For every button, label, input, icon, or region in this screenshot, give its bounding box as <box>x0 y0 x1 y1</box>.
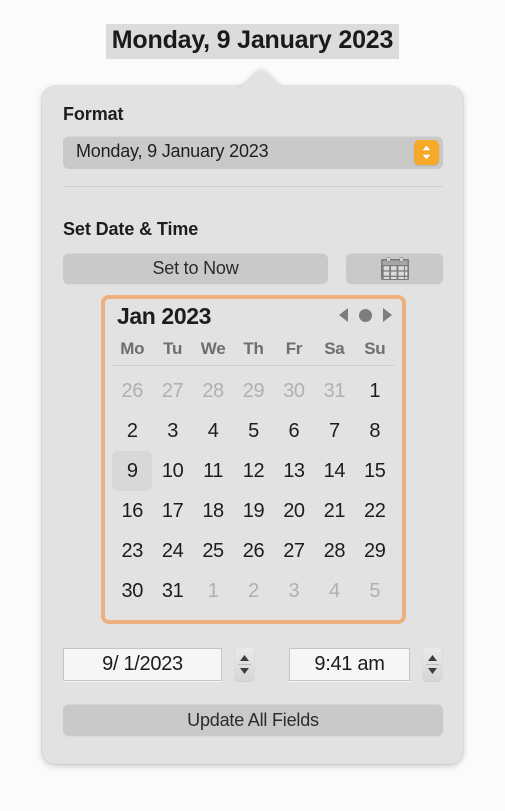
calendar-day-cell[interactable]: 3 <box>152 411 192 451</box>
calendar-header: Jan 2023 <box>105 303 402 335</box>
calendar-day-cell[interactable]: 5 <box>233 411 273 451</box>
calendar-day-cell[interactable]: 11 <box>193 451 233 491</box>
update-all-fields-label: Update All Fields <box>187 709 319 730</box>
calendar-day-cell[interactable]: 30 <box>274 371 314 411</box>
calendar-day-cell[interactable]: 1 <box>355 371 395 411</box>
calendar-day-cell[interactable]: 15 <box>355 451 395 491</box>
calendar-weekday-su: Su <box>364 339 386 358</box>
format-section-label: Format <box>63 104 124 124</box>
calendar-day-cell[interactable]: 18 <box>193 491 233 531</box>
calendar-day-cell[interactable]: 26 <box>233 531 273 571</box>
calendar-day-cell[interactable]: 13 <box>274 451 314 491</box>
set-to-now-button[interactable]: Set to Now <box>63 253 328 284</box>
calendar-weekday-fr: Fr <box>285 339 303 358</box>
calendar-day-cell[interactable]: 2 <box>233 571 273 611</box>
calendar-month-label: Jan 2023 <box>117 303 211 329</box>
set-datetime-section-label: Set Date & Time <box>63 219 199 239</box>
calendar-header-rule <box>113 365 394 366</box>
calendar-day-cell[interactable]: 27 <box>152 371 192 411</box>
calendar-day-cell[interactable]: 16 <box>112 491 152 531</box>
date-stepper[interactable] <box>235 648 254 681</box>
calendar-day-cell[interactable]: 30 <box>112 571 152 611</box>
calendar-day-cell[interactable]: 31 <box>152 571 192 611</box>
page-title: Monday, 9 January 2023 <box>105 24 400 59</box>
calendar-day-cell[interactable]: 17 <box>152 491 192 531</box>
calendar-day-cell[interactable]: 29 <box>355 531 395 571</box>
section-divider <box>63 186 443 187</box>
calendar-day-cell[interactable]: 19 <box>233 491 273 531</box>
time-input-value: 9:41 am <box>314 653 385 675</box>
calendar-day-cell[interactable]: 26 <box>112 371 152 411</box>
calendar-day-cell[interactable]: 31 <box>314 371 354 411</box>
calendar-day-grid[interactable]: 26 27 28 29 30 31 1 2 3 4 5 6 7 8 9 10 11 12 13 14 15 16 17 18 1… <box>105 371 402 611</box>
calendar-day-cell[interactable]: 9 <box>112 451 153 491</box>
calendar-weekday-header: Mo Tu We Th Fr Sa Su <box>105 339 402 359</box>
calendar-day-cell[interactable]: 4 <box>314 571 354 611</box>
calendar-weekday-mo: Mo <box>120 339 145 358</box>
calendar-day-cell[interactable]: 2 <box>112 411 152 451</box>
calendar-day-cell[interactable]: 8 <box>355 411 395 451</box>
calendar-day-cell[interactable]: 24 <box>152 531 192 571</box>
time-stepper[interactable] <box>423 648 442 681</box>
calendar-weekday-we: We <box>200 339 226 358</box>
triangle-right-icon[interactable] <box>383 308 392 322</box>
format-popup-button[interactable]: Monday, 9 January 2023 <box>63 136 443 169</box>
calendar-day-cell[interactable]: 23 <box>112 531 152 571</box>
calendar-day-cell[interactable]: 22 <box>355 491 395 531</box>
format-popup-value: Monday, 9 January 2023 <box>76 141 269 161</box>
calendar-day-cell[interactable]: 4 <box>193 411 233 451</box>
calendar-day-cell[interactable]: 29 <box>233 371 273 411</box>
calendar-day-cell[interactable]: 25 <box>193 531 233 571</box>
calendar-day-cell[interactable]: 5 <box>355 571 395 611</box>
dot-icon[interactable] <box>359 308 372 322</box>
calendar-day-cell[interactable]: 27 <box>274 531 314 571</box>
calendar-day-cell[interactable]: 14 <box>314 451 354 491</box>
calendar-day-cell[interactable]: 7 <box>314 411 354 451</box>
date-input-value: 9/ 1/2023 <box>102 653 183 675</box>
set-to-now-label: Set to Now <box>152 258 239 278</box>
date-picker-calendar[interactable]: Jan 2023 Mo Tu We Th Fr Sa Su 26 27 28 29 30 31 1 2 3 4… <box>101 295 406 624</box>
calendar-weekday-tu: Tu <box>163 339 183 358</box>
calendar-day-cell[interactable]: 1 <box>193 571 233 611</box>
calendar-day-cell[interactable]: 3 <box>274 571 314 611</box>
date-input[interactable]: 9/ 1/2023 <box>63 648 222 681</box>
calendar-icon <box>380 257 410 281</box>
update-all-fields-button[interactable]: Update All Fields <box>63 704 443 736</box>
calendar-day-cell[interactable]: 28 <box>193 371 233 411</box>
calendar-day-cell[interactable]: 21 <box>314 491 354 531</box>
popover-content: Format Monday, 9 January 2023 Set Date &… <box>42 86 463 764</box>
calendar-nav <box>339 308 392 322</box>
popover-caption: Monday, 9 January 2023 <box>0 24 505 59</box>
chevron-up-down-icon[interactable] <box>414 140 439 165</box>
calendar-day-cell[interactable]: 20 <box>274 491 314 531</box>
calendar-day-cell[interactable]: 28 <box>314 531 354 571</box>
calendar-day-cell[interactable]: 6 <box>274 411 314 451</box>
calendar-toggle-button[interactable] <box>346 253 443 284</box>
calendar-day-cell[interactable]: 10 <box>152 451 192 491</box>
calendar-weekday-sa: Sa <box>324 339 345 358</box>
calendar-weekday-th: Th <box>243 339 264 358</box>
time-input[interactable]: 9:41 am <box>289 648 410 681</box>
triangle-left-icon[interactable] <box>339 308 348 322</box>
popover-tail <box>233 66 289 87</box>
date-time-popover: Format Monday, 9 January 2023 Set Date &… <box>42 66 463 764</box>
calendar-day-cell[interactable]: 12 <box>233 451 273 491</box>
